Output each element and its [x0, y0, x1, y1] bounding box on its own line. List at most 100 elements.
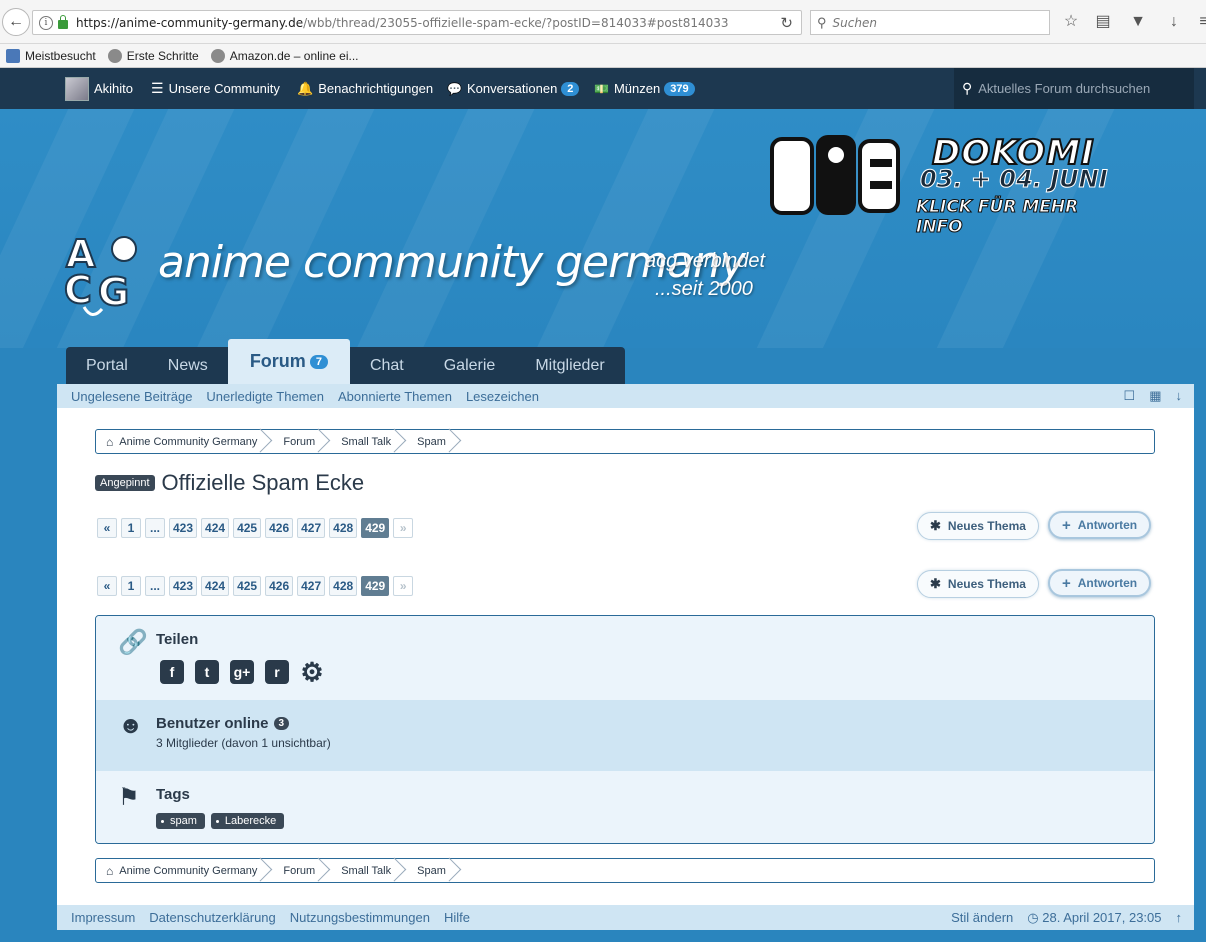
sitemap-icon[interactable]: ▦: [1149, 388, 1161, 404]
search-icon: ⚲: [817, 14, 827, 30]
new-thread-button[interactable]: ✱ Neues Thema: [917, 512, 1039, 540]
twitter-icon[interactable]: t: [195, 660, 219, 684]
coins-menu[interactable]: 💵 Münzen 379: [594, 68, 695, 109]
page-button[interactable]: 428: [329, 576, 358, 596]
google-plus-icon[interactable]: g+: [230, 660, 254, 684]
next-page-button[interactable]: »: [393, 576, 414, 596]
tag-laberecke[interactable]: Laberecke: [210, 813, 285, 829]
banner-info: KLICK FÜR MEHR INFO: [916, 197, 1079, 238]
reading-list-icon[interactable]: ▤: [1094, 13, 1112, 31]
subnav-unsolved[interactable]: Unerledigte Themen: [206, 389, 324, 404]
page-button[interactable]: 424: [201, 576, 230, 596]
tab-forum[interactable]: Forum 7: [227, 339, 350, 384]
breadcrumb-small-talk[interactable]: Small Talk: [333, 859, 409, 882]
reload-icon[interactable]: ↻: [780, 14, 793, 32]
page-button[interactable]: 423: [169, 576, 198, 596]
conversations-menu[interactable]: 💬 Konversationen 2: [447, 68, 580, 109]
main-nav-tabs: Portal News Forum 7 Chat Galerie Mitglied…: [66, 339, 625, 384]
dokomi-banner[interactable]: DOKOMI 03. + 04. JUNI KLICK FÜR MEHR INF…: [770, 132, 1120, 238]
breadcrumb-spam[interactable]: Spam: [409, 859, 464, 882]
search-placeholder: Suchen: [832, 15, 877, 30]
page-ellipsis-button[interactable]: ...: [145, 518, 165, 538]
home-icon: ⌂: [106, 434, 114, 449]
globe-icon: [107, 48, 122, 63]
banner-date: 03. + 04. JUNI: [920, 165, 1109, 194]
page-button[interactable]: 426: [265, 518, 294, 538]
info-icon[interactable]: i: [39, 15, 53, 30]
asterisk-icon: ✱: [930, 518, 941, 533]
reply-button[interactable]: + Antworten: [1048, 569, 1152, 597]
tab-mitglieder[interactable]: Mitglieder: [515, 347, 625, 384]
first-page-button[interactable]: «: [97, 518, 117, 538]
tab-portal[interactable]: Portal: [66, 347, 148, 384]
subnav-bookmarks[interactable]: Lesezeichen: [466, 389, 539, 404]
page-button[interactable]: 424: [201, 518, 230, 538]
facebook-icon[interactable]: f: [160, 660, 184, 684]
footer-help[interactable]: Hilfe: [444, 910, 470, 925]
sub-navigation: Ungelesene Beiträge Unerledigte Themen A…: [57, 384, 1194, 408]
reply-button[interactable]: + Antworten: [1048, 511, 1152, 539]
coins-badge: 379: [664, 81, 695, 96]
star-icon[interactable]: ☆: [1062, 13, 1080, 31]
breadcrumb: ⌂ Anime Community Germany Forum Small Tal…: [95, 429, 1155, 454]
page-button[interactable]: 423: [169, 518, 198, 538]
page-ellipsis-button[interactable]: ...: [145, 576, 165, 596]
gear-icon[interactable]: ⚙: [300, 657, 324, 687]
breadcrumb-small-talk[interactable]: Small Talk: [333, 430, 409, 453]
footer-privacy[interactable]: Datenschutzerklärung: [149, 910, 275, 925]
breadcrumb-home[interactable]: ⌂ Anime Community Germany: [96, 430, 275, 453]
breadcrumb-forum[interactable]: Forum: [275, 859, 333, 882]
main-content: Ungelesene Beiträge Unerledigte Themen A…: [57, 384, 1194, 930]
bookmark-meistbesucht[interactable]: Meistbesucht: [6, 48, 96, 63]
scroll-top-icon[interactable]: ↑: [1176, 910, 1183, 925]
page-button[interactable]: 425: [233, 576, 262, 596]
timestamp: ◷ 28. April 2017, 23:05: [1027, 909, 1162, 925]
page-button[interactable]: 427: [297, 576, 326, 596]
page-button[interactable]: 428: [329, 518, 358, 538]
page-button[interactable]: 1: [121, 576, 141, 596]
page-button[interactable]: 427: [297, 518, 326, 538]
reddit-icon[interactable]: r: [265, 660, 289, 684]
tab-galerie[interactable]: Galerie: [423, 347, 516, 384]
bookmark-icon[interactable]: ☐: [1124, 388, 1136, 404]
tab-news[interactable]: News: [147, 347, 228, 384]
subnav-subscribed[interactable]: Abonnierte Themen: [338, 389, 452, 404]
tab-chat[interactable]: Chat: [349, 347, 424, 384]
chat-bubbles-icon: 💬: [447, 81, 462, 96]
url-bar[interactable]: i https://anime-community-germany.de/wbb…: [32, 10, 802, 35]
tag-spam[interactable]: spam: [156, 813, 205, 829]
browser-search-input[interactable]: ⚲ Suchen: [810, 10, 1050, 35]
page-button[interactable]: 426: [265, 576, 294, 596]
next-page-button[interactable]: »: [393, 518, 414, 538]
footer-impressum[interactable]: Impressum: [71, 910, 135, 925]
back-button-icon[interactable]: ←: [2, 8, 30, 36]
url-text[interactable]: https://anime-community-germany.de/wbb/t…: [76, 16, 729, 30]
pinned-badge: Angepinnt: [95, 475, 155, 491]
change-style-link[interactable]: Stil ändern: [951, 910, 1013, 925]
page-button[interactable]: 1: [121, 518, 141, 538]
arrow-down-icon[interactable]: ↓: [1176, 388, 1183, 404]
bookmark-amazon[interactable]: Amazon.de – online ei...: [210, 48, 358, 63]
breadcrumb-home[interactable]: ⌂ Anime Community Germany: [96, 859, 275, 882]
breadcrumb-forum[interactable]: Forum: [275, 430, 333, 453]
subnav-unread[interactable]: Ungelesene Beiträge: [71, 389, 192, 404]
community-menu[interactable]: ☰ Unsere Community: [151, 68, 280, 109]
bookmark-erste-schritte[interactable]: Erste Schritte: [107, 48, 199, 63]
notifications-menu[interactable]: 🔔 Benachrichtigungen: [297, 68, 433, 109]
new-thread-button[interactable]: ✱ Neues Thema: [917, 570, 1039, 598]
first-page-button[interactable]: «: [97, 576, 117, 596]
user-menu[interactable]: Akihito: [65, 68, 133, 109]
online-count-badge: 3: [273, 717, 290, 730]
bell-icon: 🔔: [297, 80, 314, 96]
plus-icon: +: [1062, 574, 1071, 592]
bookmarks-bar: Meistbesucht Erste Schritte Amazon.de – …: [0, 44, 1206, 68]
breadcrumb-spam[interactable]: Spam: [409, 430, 464, 453]
menu-icon[interactable]: ≡: [1195, 13, 1206, 31]
pocket-icon[interactable]: ▼: [1129, 13, 1147, 31]
download-icon[interactable]: ↓: [1165, 13, 1183, 31]
page-button[interactable]: 425: [233, 518, 262, 538]
footer-terms[interactable]: Nutzungsbestimmungen: [290, 910, 430, 925]
plus-icon: +: [1062, 516, 1071, 534]
acg-logo-icon[interactable]: A C G: [62, 229, 146, 321]
forum-search-input[interactable]: ⚲ Aktuelles Forum durchsuchen: [954, 68, 1194, 109]
